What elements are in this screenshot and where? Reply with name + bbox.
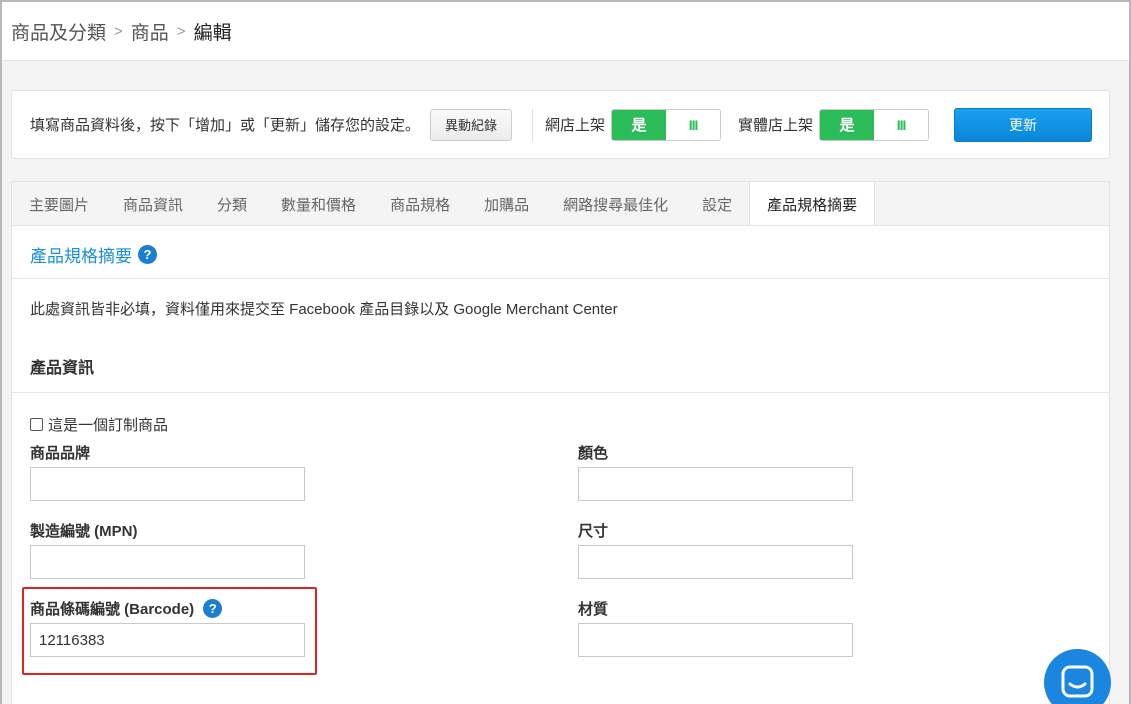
toggle-on-label: 是 bbox=[820, 109, 875, 140]
physical-store-toggle[interactable]: 是 III bbox=[819, 108, 930, 141]
size-input[interactable] bbox=[578, 545, 853, 579]
breadcrumb-item-products[interactable]: 商品 bbox=[131, 18, 169, 45]
toolbar: 填寫商品資料後，按下「增加」或「更新」儲存您的設定。 異動紀錄 網店上架 是 I… bbox=[11, 90, 1110, 159]
custom-product-label: 這是一個訂制商品 bbox=[48, 417, 169, 434]
barcode-input[interactable]: 12116383 bbox=[30, 623, 305, 657]
tab-seo[interactable]: 網路搜尋最佳化 bbox=[546, 182, 685, 226]
spec-summary-panel: 產品規格摘要 ? 此處資訊皆非必填，資料僅用來提交至 Facebook 產品目錄… bbox=[11, 225, 1110, 704]
tab-categories[interactable]: 分類 bbox=[200, 182, 264, 226]
tab-bar: 主要圖片 商品資訊 分類 數量和價格 商品規格 加購品 網路搜尋最佳化 設定 產… bbox=[11, 181, 1110, 227]
toggle-on-label: 是 bbox=[612, 109, 667, 140]
breadcrumb-item-edit: 編輯 bbox=[193, 22, 232, 44]
divider bbox=[12, 278, 1109, 279]
divider bbox=[12, 392, 1109, 393]
physical-store-label: 實體店上架 bbox=[738, 117, 814, 134]
breadcrumb-item-products-categories[interactable]: 商品及分類 bbox=[11, 18, 106, 45]
brand-input[interactable] bbox=[30, 467, 305, 501]
toggle-off-icon: III bbox=[874, 109, 929, 140]
online-store-toggle[interactable]: 是 III bbox=[611, 108, 722, 141]
material-label: 材質 bbox=[578, 601, 609, 618]
tab-spec-summary[interactable]: 產品規格摘要 bbox=[749, 182, 876, 227]
app-frame: 商品及分類 > 商品 > 編輯 填寫商品資料後，按下「增加」或「更新」儲存您的設… bbox=[0, 0, 1131, 704]
color-input[interactable] bbox=[578, 467, 853, 501]
barcode-label-row: 商品條碼編號 (Barcode) ? bbox=[30, 598, 223, 619]
mpn-input[interactable] bbox=[30, 545, 305, 579]
mpn-label: 製造編號 (MPN) bbox=[30, 523, 138, 540]
custom-product-row: 這是一個訂制商品 bbox=[30, 414, 168, 435]
color-label: 顏色 bbox=[578, 445, 609, 462]
update-button[interactable]: 更新 bbox=[954, 108, 1092, 142]
help-icon[interactable]: ? bbox=[138, 245, 157, 264]
save-hint: 填寫商品資料後，按下「增加」或「更新」儲存您的設定。 bbox=[30, 117, 421, 134]
tab-product-info[interactable]: 商品資訊 bbox=[106, 182, 200, 226]
toggle-off-icon: III bbox=[666, 109, 721, 140]
brand-label: 商品品牌 bbox=[30, 445, 91, 462]
barcode-label: 商品條碼編號 (Barcode) bbox=[30, 601, 195, 618]
section-title-text: 產品規格摘要 bbox=[30, 247, 132, 266]
panel-description: 此處資訊皆非必填，資料僅用來提交至 Facebook 產品目錄以及 Google… bbox=[30, 301, 618, 318]
help-icon[interactable]: ? bbox=[203, 599, 223, 618]
chat-icon bbox=[1061, 665, 1094, 698]
change-log-button[interactable]: 異動紀錄 bbox=[430, 108, 513, 141]
material-input[interactable] bbox=[578, 623, 853, 657]
chevron-right-icon: > bbox=[176, 22, 186, 40]
tab-add-on[interactable]: 加購品 bbox=[467, 182, 546, 226]
tab-settings[interactable]: 設定 bbox=[685, 182, 749, 226]
online-store-label: 網店上架 bbox=[545, 117, 606, 134]
chevron-right-icon: > bbox=[114, 22, 123, 40]
divider bbox=[532, 108, 534, 141]
tab-quantity-price[interactable]: 數量和價格 bbox=[264, 182, 373, 226]
tab-specifications[interactable]: 商品規格 bbox=[373, 182, 467, 226]
breadcrumb: 商品及分類 > 商品 > 編輯 bbox=[2, 2, 1129, 61]
size-label: 尺寸 bbox=[578, 523, 609, 540]
section-title: 產品規格摘要 ? bbox=[30, 242, 157, 267]
custom-product-checkbox[interactable] bbox=[30, 418, 43, 431]
tab-main-images[interactable]: 主要圖片 bbox=[12, 182, 106, 226]
product-info-heading: 產品資訊 bbox=[30, 360, 95, 377]
